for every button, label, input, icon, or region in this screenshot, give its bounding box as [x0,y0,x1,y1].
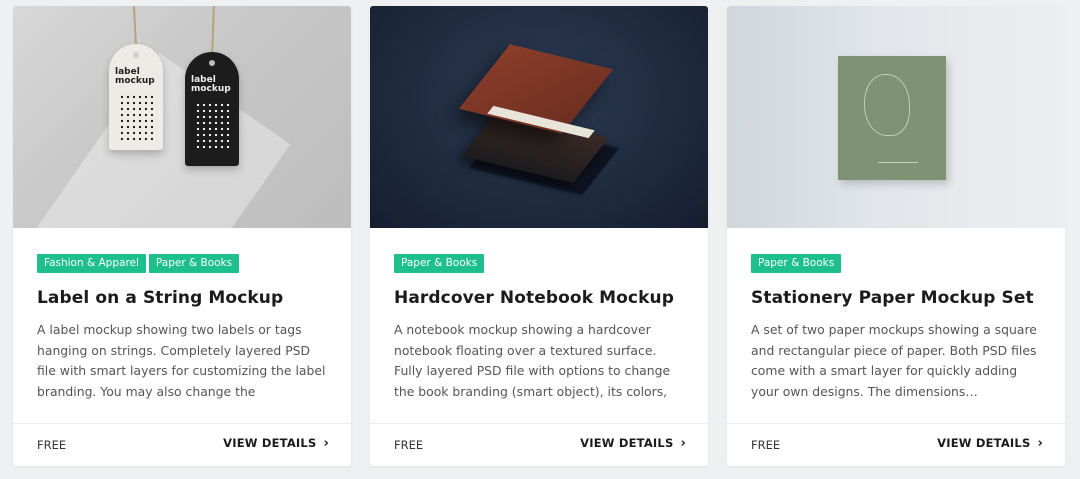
chevron-right-icon: › [680,436,686,451]
category-tag[interactable]: Paper & Books [751,254,842,273]
card-divider [370,423,708,424]
line-art-face [864,74,910,136]
card-thumbnail-stationery-mockup[interactable] [727,6,1065,228]
tag-list: Paper & Books [751,254,1043,274]
view-details-label: VIEW DETAILS [937,436,1031,450]
mockup-card-grid: label mockup label mockup Fashion & Appare… [0,0,1080,479]
card-thumbnail-label-mockup[interactable]: label mockup label mockup [13,6,351,228]
light-label-tag: label mockup [109,44,163,150]
tag-dot-pattern [119,94,153,142]
tag-print: label mockup [191,76,231,94]
mockup-card[interactable]: Paper & Books Hardcover Notebook Mockup … [370,6,708,466]
tag-list: Fashion & Apparel Paper & Books [37,254,329,274]
view-details-label: VIEW DETAILS [580,436,674,450]
card-description: A set of two paper mockups showing a squ… [751,322,1037,399]
card-thumbnail-notebook-mockup[interactable] [370,6,708,228]
card-title[interactable]: Hardcover Notebook Mockup [394,288,686,308]
price-label: FREE [37,438,67,452]
card-divider [13,423,351,424]
dark-label-tag: label mockup [185,52,239,166]
chevron-right-icon: › [1037,436,1043,451]
tag-list: Paper & Books [394,254,686,274]
tag-print: label mockup [115,68,155,86]
card-title[interactable]: Label on a String Mockup [37,288,329,308]
string [211,6,215,55]
tag-hole [209,60,215,66]
green-paper-sheet [838,56,946,180]
tag-print-bottom: mockup [115,76,155,86]
card-description: A label mockup showing two labels or tag… [37,322,326,399]
card-body: Fashion & Apparel Paper & Books Label on … [37,254,329,404]
price-label: FREE [751,438,781,452]
price-label: FREE [394,438,424,452]
card-body: Paper & Books Hardcover Notebook Mockup … [394,254,686,404]
view-details-label: VIEW DETAILS [223,436,317,450]
category-tag[interactable]: Paper & Books [148,254,240,273]
mockup-card[interactable]: label mockup label mockup Fashion & Appare… [13,6,351,466]
card-body: Paper & Books Stationery Paper Mockup Se… [751,254,1043,404]
card-footer: FREE VIEW DETAILS › [394,436,686,456]
chevron-right-icon: › [323,436,329,451]
card-footer: FREE VIEW DETAILS › [751,436,1043,456]
tag-dot-pattern [195,102,229,150]
signature-mark [878,148,918,163]
string [132,6,138,49]
card-description: A notebook mockup showing a hardcover no… [394,322,671,399]
card-footer: FREE VIEW DETAILS › [37,436,329,456]
card-title[interactable]: Stationery Paper Mockup Set [751,288,1043,308]
category-tag[interactable]: Fashion & Apparel [37,254,146,273]
category-tag[interactable]: Paper & Books [394,254,485,273]
tag-print-bottom: mockup [191,84,231,94]
view-details-button[interactable]: VIEW DETAILS › [937,436,1043,451]
view-details-button[interactable]: VIEW DETAILS › [580,436,686,451]
tag-hole [133,52,139,58]
card-divider [727,423,1065,424]
view-details-button[interactable]: VIEW DETAILS › [223,436,329,451]
mockup-card[interactable]: Paper & Books Stationery Paper Mockup Se… [727,6,1065,466]
